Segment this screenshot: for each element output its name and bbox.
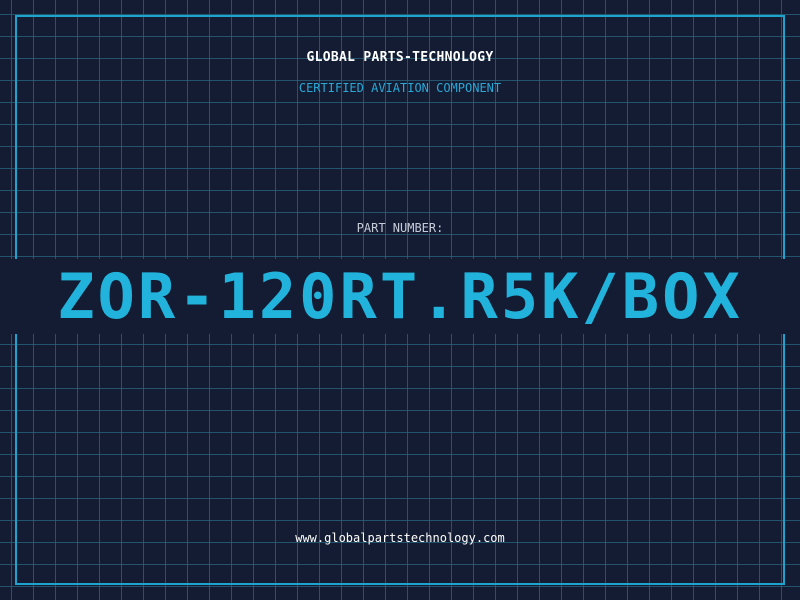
- part-number-label: PART NUMBER:: [356, 221, 444, 235]
- website-url: www.globalpartstechnology.com: [295, 531, 505, 545]
- certification-tagline: CERTIFIED AVIATION COMPONENT: [298, 81, 502, 95]
- part-number-band: ZOR-120RT.R5K/BOX: [0, 259, 800, 334]
- part-number-value: ZOR-120RT.R5K/BOX: [57, 260, 743, 333]
- company-name: GLOBAL PARTS-TECHNOLOGY: [306, 50, 494, 65]
